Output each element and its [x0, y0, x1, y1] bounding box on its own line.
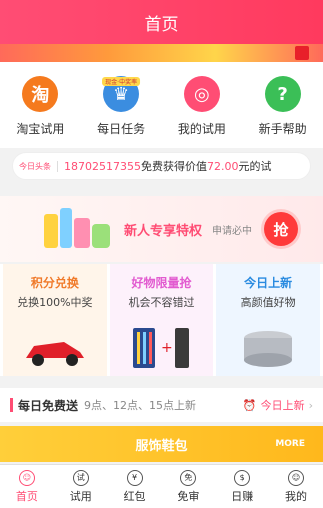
tab-label: 首页: [15, 489, 38, 503]
card-title: 今日上新: [244, 276, 293, 290]
tab-daily-earn[interactable]: $ 日赚: [215, 465, 269, 508]
quick-item-label: 我的试用: [177, 122, 226, 136]
feature-cards: 积分兑换 兑换100%中奖 好物限量抢 机会不容错过 + 今日上新 高颜值好物: [0, 264, 323, 376]
card-subtitle: 高颜值好物: [240, 296, 296, 309]
grab-button[interactable]: 抢: [264, 212, 298, 246]
profile-icon: ☺: [288, 469, 305, 486]
banner-strip[interactable]: [0, 44, 323, 62]
ticker-tag: 今日头条: [19, 160, 58, 172]
red-envelope-icon: [295, 46, 309, 60]
quick-item-badge: 现金·中奖率: [102, 77, 141, 86]
taobao-icon: 淘: [22, 76, 59, 112]
cosmetics-image: [44, 208, 110, 248]
news-ticker[interactable]: 今日头条 18702517355 免费获得价值 72.00 元的试: [12, 152, 311, 180]
quick-item-daily-task[interactable]: ♛ 现金·中奖率 每日任务: [81, 62, 162, 148]
tab-label: 我的: [285, 489, 308, 503]
daily-subtitle: 9点、12点、15点上新: [84, 399, 197, 412]
today-new-label: 今日上新: [260, 399, 305, 412]
quick-item-label: 淘宝试用: [16, 122, 65, 136]
more-link[interactable]: MORE: [275, 439, 305, 449]
tab-home[interactable]: ☺ 首页: [0, 465, 54, 508]
tab-label: 试用: [69, 489, 92, 503]
today-new-link[interactable]: ⏰ 今日上新 ›: [243, 397, 313, 413]
card-subtitle: 兑换100%中奖: [17, 296, 93, 309]
trial-icon: 试: [72, 469, 89, 486]
card-new-arrivals[interactable]: 今日上新 高颜值好物: [216, 264, 321, 376]
camera-icon: ◎: [183, 76, 220, 112]
daily-free-section-header: 每日免费送 9点、12点、15点上新 ⏰ 今日上新 ›: [0, 388, 323, 422]
tab-trial[interactable]: 试 试用: [54, 465, 108, 508]
newcomer-promo-banner[interactable]: 新人专享特权 申请必中 抢: [0, 196, 323, 262]
category-title: 服饰鞋包: [135, 438, 188, 454]
toothbrush-image: +: [132, 328, 189, 368]
ticker-text: 免费获得价值: [140, 160, 207, 173]
tab-profile[interactable]: ☺ 我的: [269, 465, 323, 508]
card-subtitle: 机会不容错过: [128, 296, 195, 309]
card-title: 好物限量抢: [131, 276, 192, 290]
quick-item-help[interactable]: ? 新手帮助: [242, 62, 323, 148]
tab-red-packet[interactable]: ¥ 红包: [108, 465, 162, 508]
promo-subtitle: 申请必中: [212, 226, 252, 237]
ticker-text-end: 元的试: [238, 160, 272, 173]
chevron-right-icon: ›: [308, 398, 313, 412]
quick-item-label: 每日任务: [97, 122, 146, 136]
quick-entry-row: 淘 淘宝试用 ♛ 现金·中奖率 每日任务 ◎ 我的试用 ? 新手帮助: [0, 62, 323, 148]
red-packet-icon: ¥: [126, 469, 143, 486]
svg-text:+: +: [161, 340, 173, 356]
quick-item-my-trial[interactable]: ◎ 我的试用: [162, 62, 243, 148]
card-points-exchange[interactable]: 积分兑换 兑换100%中奖: [3, 264, 107, 376]
alarm-clock-icon: ⏰: [242, 398, 257, 412]
exempt-icon: 免: [180, 469, 197, 486]
quick-item-taobao-trial[interactable]: 淘 淘宝试用: [0, 62, 81, 148]
tab-label: 日赚: [231, 489, 254, 503]
home-icon: ☺: [18, 469, 35, 486]
page-title: 首页: [144, 14, 179, 35]
quick-item-label: 新手帮助: [258, 122, 307, 136]
ticker-phone: 18702517355: [64, 159, 141, 173]
card-limited-grab[interactable]: 好物限量抢 机会不容错过 +: [109, 264, 214, 376]
money-bag-icon: $: [234, 469, 251, 486]
bottom-tab-bar: ☺ 首页 试 试用 ¥ 红包 免 免审 $ 日赚 ☺ 我的: [0, 464, 323, 508]
ticker-price: 72.00: [206, 159, 239, 173]
card-title: 积分兑换: [30, 276, 79, 290]
toy-car-image: [25, 342, 84, 366]
section-accent-bar: [10, 398, 13, 412]
promo-title: 新人专享特权: [124, 224, 203, 239]
category-banner-apparel[interactable]: 服饰鞋包 MORE: [0, 426, 323, 462]
cream-jar-image: [244, 331, 293, 367]
tab-label: 红包: [123, 489, 146, 503]
tab-label: 免审: [177, 489, 200, 503]
daily-title: 每日免费送: [18, 398, 79, 413]
tab-exempt[interactable]: 免 免审: [161, 465, 215, 508]
help-icon: ?: [264, 76, 301, 112]
top-header: 首页: [0, 0, 323, 44]
